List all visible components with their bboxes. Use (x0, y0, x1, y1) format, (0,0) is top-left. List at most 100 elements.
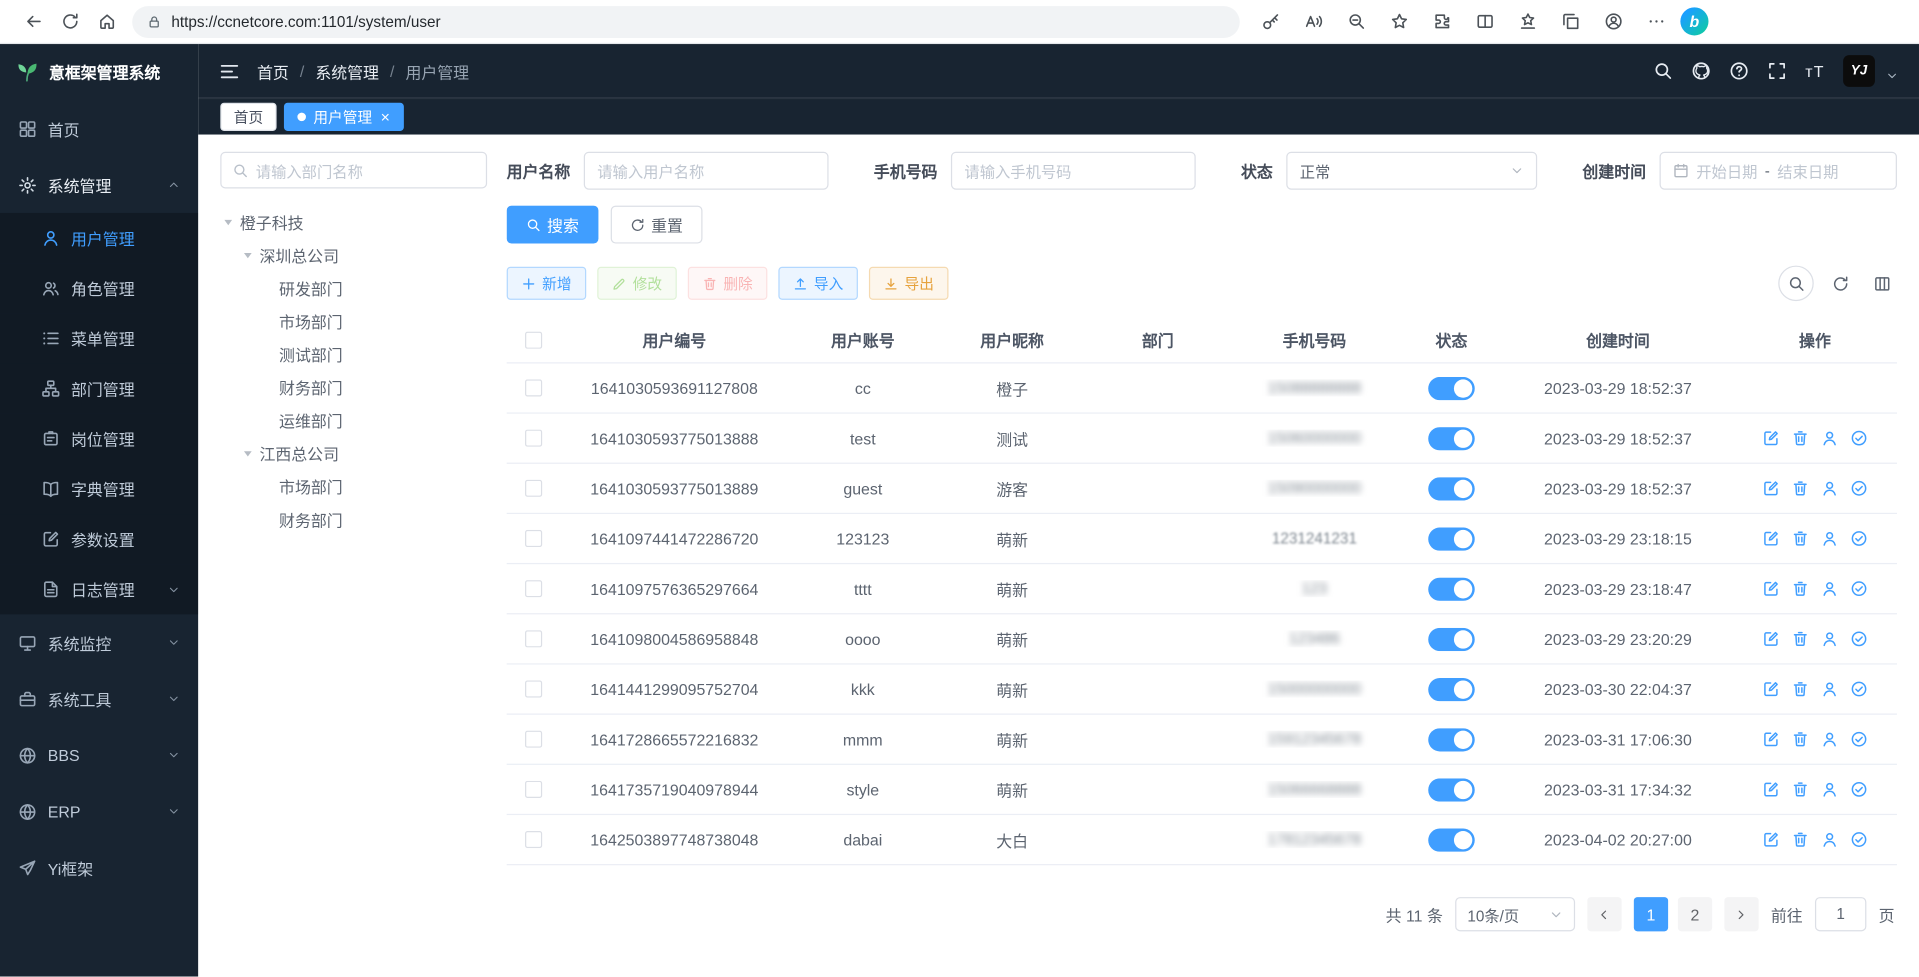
refresh-icon[interactable] (51, 4, 88, 38)
status-select[interactable]: 正常 (1286, 152, 1537, 190)
prev-page-button[interactable] (1587, 897, 1621, 931)
status-toggle[interactable] (1428, 627, 1475, 650)
sidebar-item-log[interactable]: 日志管理 (0, 564, 198, 614)
modify-button[interactable]: 修改 (597, 267, 677, 300)
sidebar-item-system[interactable]: 系统管理 (0, 157, 198, 213)
reset-password-icon[interactable] (1821, 731, 1838, 748)
favorites-bar-icon[interactable] (1509, 4, 1546, 38)
edit-icon[interactable] (1762, 430, 1779, 447)
delete-button[interactable]: 删除 (688, 267, 768, 300)
status-toggle[interactable] (1428, 427, 1475, 450)
status-toggle[interactable] (1428, 778, 1475, 801)
password-key-icon[interactable] (1252, 4, 1289, 38)
edit-icon[interactable] (1762, 831, 1779, 848)
back-icon[interactable] (15, 4, 52, 38)
search-icon[interactable] (1654, 61, 1674, 81)
delete-icon[interactable] (1792, 580, 1809, 597)
lock-icon[interactable] (147, 14, 162, 29)
read-aloud-icon[interactable] (1295, 4, 1332, 38)
reset-password-icon[interactable] (1821, 480, 1838, 497)
tree-node[interactable]: 深圳总公司 (220, 239, 487, 272)
sidebar-item-user[interactable]: 用户管理 (0, 213, 198, 263)
sidebar-item-dept[interactable]: 部门管理 (0, 363, 198, 413)
goto-page-input[interactable]: 1 (1815, 897, 1866, 931)
export-button[interactable]: 导出 (869, 267, 949, 300)
profile-avatar-icon[interactable] (1595, 4, 1632, 38)
breadcrumb-system[interactable]: 系统管理 (315, 59, 379, 82)
status-toggle[interactable] (1428, 677, 1475, 700)
sidebar-item-menu[interactable]: 菜单管理 (0, 313, 198, 363)
github-icon[interactable] (1691, 61, 1711, 81)
delete-icon[interactable] (1792, 630, 1809, 647)
reset-button[interactable]: 重置 (611, 206, 703, 244)
tree-node[interactable]: 江西总公司 (220, 437, 487, 470)
status-toggle[interactable] (1428, 728, 1475, 751)
assign-role-icon[interactable] (1850, 580, 1867, 597)
tree-node[interactable]: 市场部门 (220, 470, 487, 503)
sidebar-item-param[interactable]: 参数设置 (0, 514, 198, 564)
tab-close-icon[interactable]: × (381, 109, 390, 125)
tree-node[interactable]: 财务部门 (220, 371, 487, 404)
extensions-icon[interactable] (1423, 4, 1460, 38)
row-checkbox[interactable] (525, 430, 542, 447)
copilot-bing-icon[interactable]: b (1680, 7, 1708, 35)
select-all-checkbox[interactable] (525, 331, 542, 348)
sidebar-item-dict[interactable]: 字典管理 (0, 464, 198, 514)
phone-input[interactable]: 请输入手机号码 (951, 152, 1196, 190)
status-toggle[interactable] (1428, 527, 1475, 550)
delete-icon[interactable] (1792, 480, 1809, 497)
assign-role-icon[interactable] (1850, 530, 1867, 547)
status-toggle[interactable] (1428, 477, 1475, 500)
assign-role-icon[interactable] (1850, 731, 1867, 748)
user-avatar[interactable]: YJ (1843, 55, 1875, 87)
assign-role-icon[interactable] (1850, 831, 1867, 848)
toggle-search-button[interactable] (1778, 266, 1813, 301)
assign-role-icon[interactable] (1850, 680, 1867, 697)
delete-icon[interactable] (1792, 680, 1809, 697)
delete-icon[interactable] (1792, 831, 1809, 848)
sidebar-item-tool[interactable]: 系统工具 (0, 671, 198, 727)
assign-role-icon[interactable] (1850, 781, 1867, 798)
avatar-dropdown-icon[interactable] (1886, 70, 1898, 82)
sidebar-item-monitor[interactable]: 系统监控 (0, 614, 198, 670)
help-icon[interactable] (1729, 61, 1749, 81)
department-search-input[interactable]: 请输入部门名称 (220, 152, 487, 189)
assign-role-icon[interactable] (1850, 630, 1867, 647)
date-range-picker[interactable]: 开始日期 - 结束日期 (1660, 152, 1897, 190)
edit-icon[interactable] (1762, 781, 1779, 798)
row-checkbox[interactable] (525, 530, 542, 547)
row-checkbox[interactable] (525, 731, 542, 748)
edit-icon[interactable] (1762, 480, 1779, 497)
edit-icon[interactable] (1762, 630, 1779, 647)
page-button-1[interactable]: 1 (1634, 897, 1668, 931)
row-checkbox[interactable] (525, 630, 542, 647)
search-button[interactable]: 搜索 (507, 206, 599, 244)
row-checkbox[interactable] (525, 680, 542, 697)
delete-icon[interactable] (1792, 430, 1809, 447)
row-checkbox[interactable] (525, 831, 542, 848)
caret-down-icon[interactable] (242, 250, 253, 261)
next-page-button[interactable] (1724, 897, 1758, 931)
caret-down-icon[interactable] (242, 448, 253, 459)
page-button-2[interactable]: 2 (1678, 897, 1712, 931)
split-screen-icon[interactable] (1466, 4, 1503, 38)
sidebar-item-bbs[interactable]: BBS (0, 727, 198, 783)
sidebar-item-erp[interactable]: ERP (0, 783, 198, 839)
collections-icon[interactable] (1552, 4, 1589, 38)
import-button[interactable]: 导入 (778, 267, 858, 300)
reset-password-icon[interactable] (1821, 781, 1838, 798)
edit-icon[interactable] (1762, 731, 1779, 748)
sidebar-item-role[interactable]: 角色管理 (0, 263, 198, 313)
page-size-select[interactable]: 10条/页 (1455, 897, 1575, 931)
tag-home[interactable]: 首页 (220, 103, 276, 131)
zoom-icon[interactable] (1338, 4, 1375, 38)
sidebar-item-post[interactable]: 岗位管理 (0, 414, 198, 464)
browser-home-icon[interactable] (88, 4, 125, 38)
assign-role-icon[interactable] (1850, 430, 1867, 447)
reset-password-icon[interactable] (1821, 630, 1838, 647)
sidebar-item-yiframe[interactable]: Yi框架 (0, 840, 198, 896)
tree-node[interactable]: 研发部门 (220, 272, 487, 305)
row-checkbox[interactable] (525, 580, 542, 597)
status-toggle[interactable] (1428, 828, 1475, 851)
reset-password-icon[interactable] (1821, 831, 1838, 848)
